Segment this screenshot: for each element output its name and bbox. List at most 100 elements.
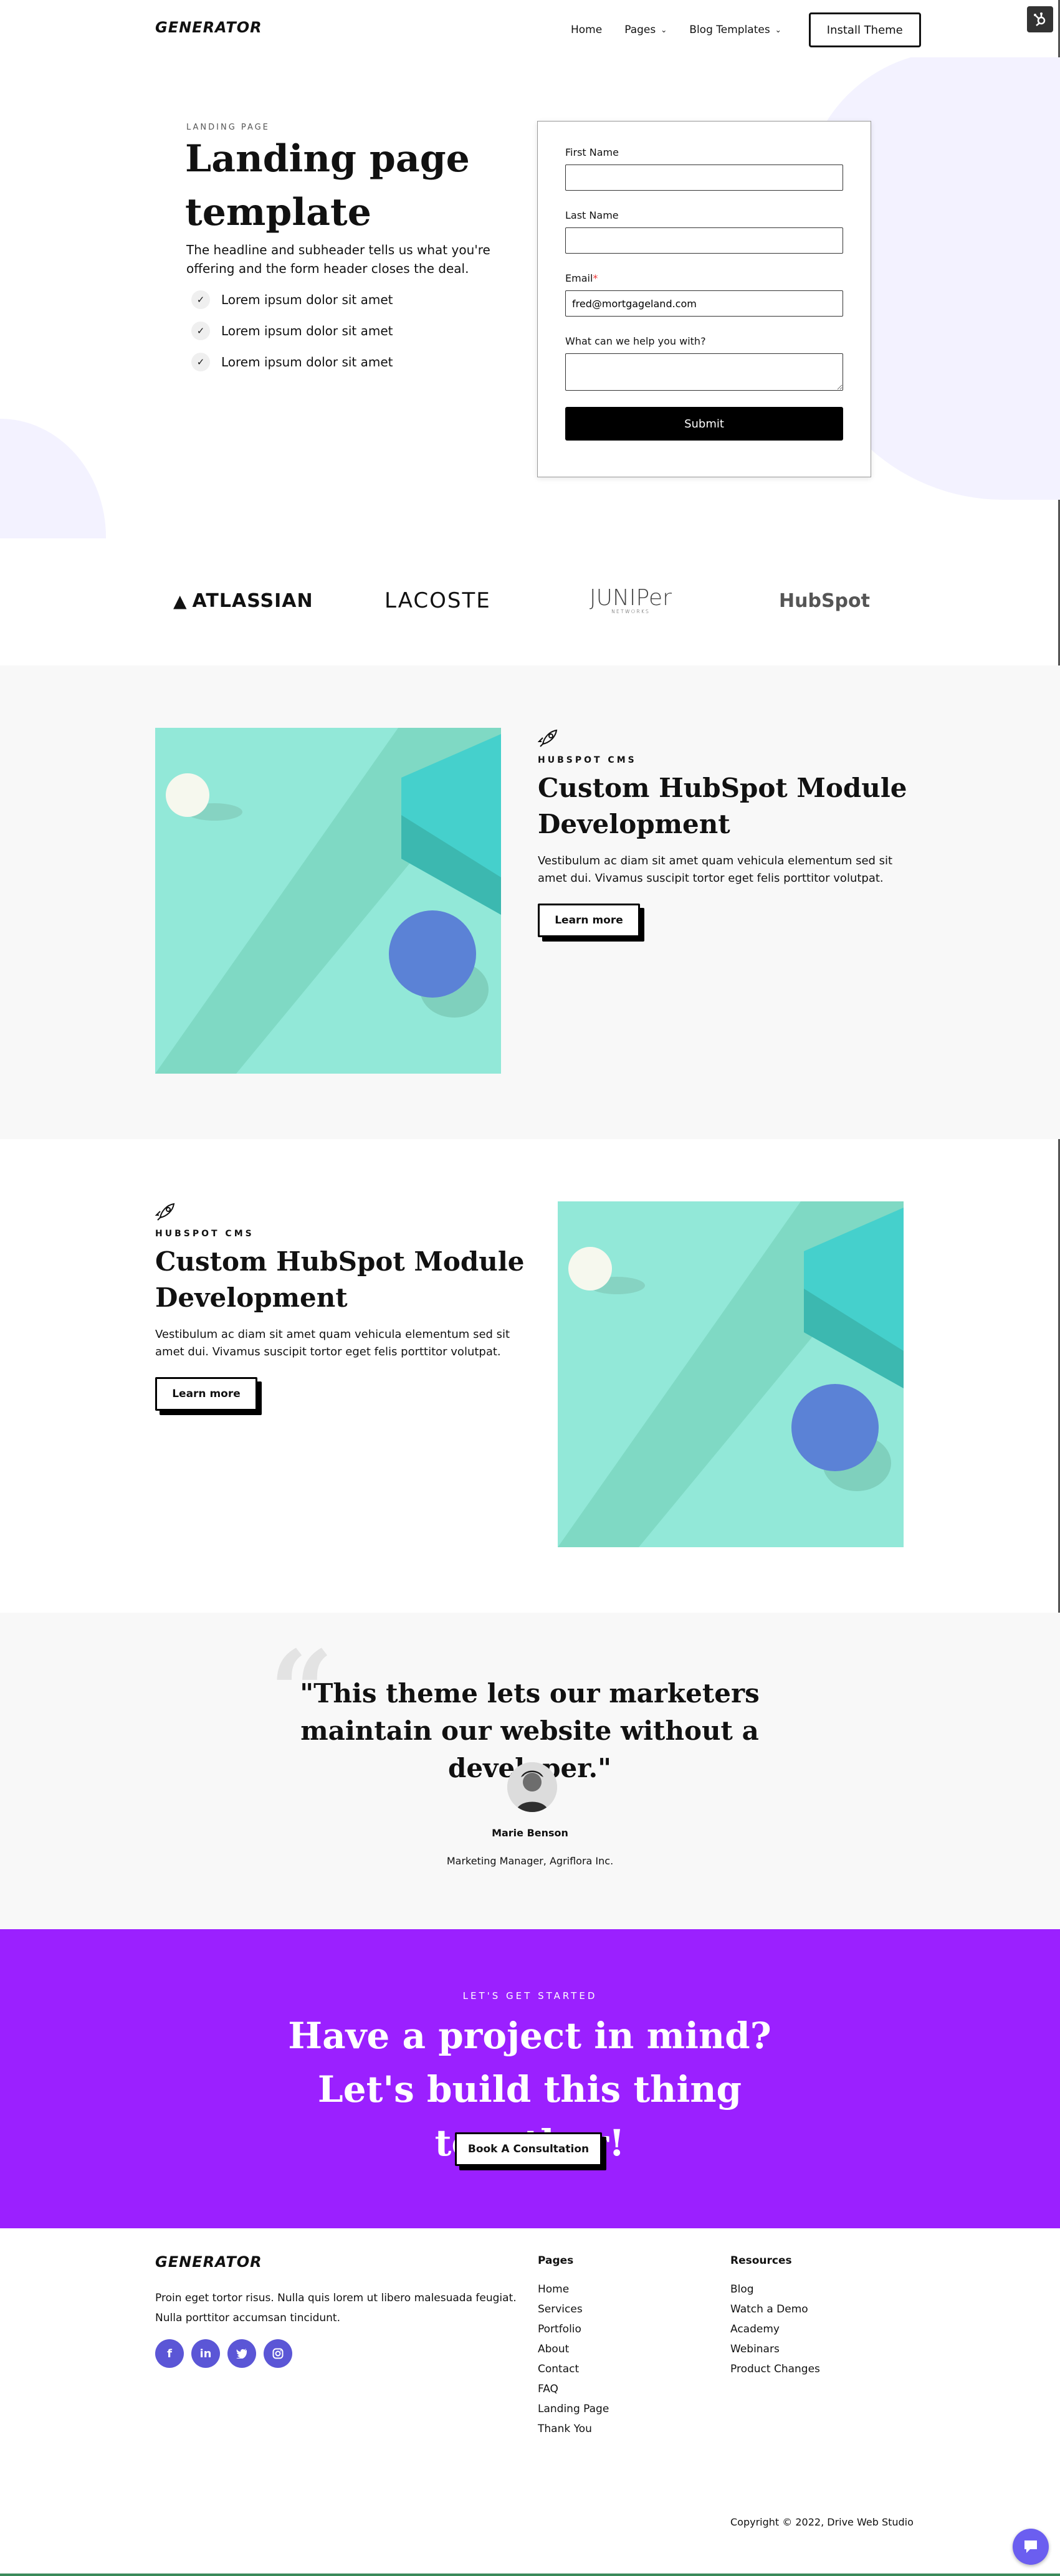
chevron-down-icon: ⌄ bbox=[775, 26, 781, 34]
hubspot-sprocket-icon[interactable] bbox=[1027, 6, 1053, 32]
instagram-icon[interactable] bbox=[264, 2339, 292, 2368]
footer-link[interactable]: Landing Page bbox=[538, 2399, 609, 2419]
facebook-icon[interactable]: f bbox=[155, 2339, 184, 2368]
hero-subtitle: The headline and subheader tells us what… bbox=[186, 242, 490, 276]
atlassian-logo: ▲ ATLASSIAN bbox=[173, 585, 313, 616]
nav-blog-templates[interactable]: Blog Templates ⌄ bbox=[689, 24, 781, 36]
last-name-field[interactable] bbox=[565, 227, 843, 254]
hubspot-logo: HubSpot bbox=[779, 589, 870, 612]
footer-link[interactable]: FAQ bbox=[538, 2379, 609, 2399]
cta-eyebrow: LET'S GET STARTED bbox=[462, 1990, 598, 2001]
list-item: ✓ Lorem ipsum dolor sit amet bbox=[191, 346, 393, 378]
feature-title: Custom HubSpot Module Development bbox=[538, 773, 907, 839]
avatar bbox=[507, 1762, 557, 1812]
cta-section: LET'S GET STARTED Have a project in mind… bbox=[0, 1929, 1060, 2228]
book-consultation-button[interactable]: Book A Consultation bbox=[455, 2132, 602, 2166]
atlassian-mark-icon: ▲ bbox=[173, 590, 188, 611]
decorative-blob bbox=[0, 419, 106, 538]
bullet-text: Lorem ipsum dolor sit amet bbox=[221, 292, 393, 307]
required-mark: * bbox=[593, 272, 598, 284]
footer-link[interactable]: Webinars bbox=[730, 2339, 820, 2359]
client-logos: ▲ ATLASSIAN LACOSTE JUNIPer NETWORKS HubSp… bbox=[0, 538, 1060, 665]
footer-link[interactable]: About bbox=[538, 2339, 609, 2359]
footer-pages-heading: Pages bbox=[538, 2254, 574, 2267]
bullet-text: Lorem ipsum dolor sit amet bbox=[221, 355, 393, 370]
footer-link[interactable]: Services bbox=[538, 2299, 609, 2319]
site-footer: GENERATOR Proin eget tortor risus. Nulla… bbox=[0, 2228, 1060, 2576]
feature-category: HUBSPOT CMS bbox=[155, 1229, 254, 1239]
testimonial-name: Marie Benson bbox=[492, 1827, 568, 1839]
list-item: ✓ Lorem ipsum dolor sit amet bbox=[191, 315, 393, 346]
rocket-icon bbox=[155, 1201, 529, 1226]
feature-section: HUBSPOT CMS Custom HubSpot Module Develo… bbox=[0, 1139, 1060, 1613]
contact-form: First Name Last Name Email* What can we … bbox=[537, 121, 871, 477]
juniper-logo: JUNIPer NETWORKS bbox=[590, 585, 672, 616]
hero-eyebrow: LANDING PAGE bbox=[186, 123, 270, 132]
feature-illustration bbox=[558, 1201, 904, 1547]
feature-section: HUBSPOT CMS Custom HubSpot Module Develo… bbox=[0, 665, 1060, 1139]
copyright-text: Copyright © 2022, Drive Web Studio bbox=[730, 2516, 914, 2528]
hero-section: LANDING PAGE Landing page template The h… bbox=[0, 57, 1060, 538]
help-textarea[interactable] bbox=[565, 353, 843, 391]
feature-category: HUBSPOT CMS bbox=[538, 755, 637, 765]
email-field[interactable] bbox=[565, 290, 843, 317]
help-label: What can we help you with? bbox=[565, 335, 706, 347]
first-name-label: First Name bbox=[565, 146, 619, 158]
bullet-text: Lorem ipsum dolor sit amet bbox=[221, 323, 393, 338]
hero-title: Landing page template bbox=[185, 137, 470, 234]
feature-body: Vestibulum ac diam sit amet quam vehicul… bbox=[155, 1328, 510, 1358]
feature-body: Vestibulum ac diam sit amet quam vehicul… bbox=[538, 854, 893, 885]
footer-link[interactable]: Blog bbox=[730, 2279, 820, 2299]
footer-link[interactable]: Product Changes bbox=[730, 2359, 820, 2379]
footer-pages-column: Pages Home Services Portfolio About Cont… bbox=[538, 2254, 609, 2439]
footer-link[interactable]: Watch a Demo bbox=[730, 2299, 820, 2319]
learn-more-button[interactable]: Learn more bbox=[538, 904, 640, 937]
footer-text: Proin eget tortor risus. Nulla quis lore… bbox=[155, 2292, 517, 2324]
hero-bullet-list: ✓ Lorem ipsum dolor sit amet ✓ Lorem ipsum… bbox=[191, 284, 393, 378]
footer-resources-column: Resources Blog Watch a Demo Academy Webi… bbox=[730, 2254, 820, 2379]
submit-button[interactable]: Submit bbox=[565, 407, 843, 441]
footer-link[interactable]: Contact bbox=[538, 2359, 609, 2379]
lacoste-logo: LACOSTE bbox=[384, 588, 491, 613]
list-item: ✓ Lorem ipsum dolor sit amet bbox=[191, 284, 393, 315]
rocket-icon bbox=[537, 728, 912, 753]
nav-pages[interactable]: Pages ⌄ bbox=[624, 24, 667, 36]
main-nav: Home Pages ⌄ Blog Templates ⌄ Install Them… bbox=[571, 12, 921, 47]
check-icon: ✓ bbox=[191, 290, 210, 309]
nav-home-label: Home bbox=[571, 24, 603, 36]
email-label-text: Email bbox=[565, 272, 593, 284]
check-icon: ✓ bbox=[191, 322, 210, 340]
atlassian-text: ATLASSIAN bbox=[192, 589, 313, 612]
site-logo[interactable]: GENERATOR bbox=[155, 19, 262, 36]
nav-home[interactable]: Home bbox=[571, 24, 602, 36]
first-name-field[interactable] bbox=[565, 165, 843, 191]
check-icon: ✓ bbox=[191, 353, 210, 371]
testimonial-section: “ "This theme lets our marketers maintai… bbox=[0, 1613, 1060, 1929]
footer-link[interactable]: Academy bbox=[730, 2319, 820, 2339]
testimonial-role: Marketing Manager, Agriflora Inc. bbox=[446, 1855, 614, 1867]
feature-title: Custom HubSpot Module Development bbox=[155, 1246, 525, 1313]
twitter-icon[interactable] bbox=[227, 2339, 256, 2368]
install-theme-button[interactable]: Install Theme bbox=[808, 12, 921, 47]
social-links: f in bbox=[155, 2339, 300, 2368]
chevron-down-icon: ⌄ bbox=[661, 26, 667, 34]
feature-text: HUBSPOT CMS Custom HubSpot Module Develo… bbox=[537, 728, 912, 937]
juniper-text: JUNIPer bbox=[590, 585, 672, 611]
nav-blog-templates-label: Blog Templates bbox=[689, 24, 770, 36]
footer-resources-heading: Resources bbox=[730, 2254, 792, 2267]
chat-widget-icon[interactable] bbox=[1013, 2529, 1049, 2565]
feature-illustration bbox=[155, 728, 501, 1074]
site-header: GENERATOR Home Pages ⌄ Blog Templates ⌄ In… bbox=[0, 0, 1060, 57]
last-name-label: Last Name bbox=[565, 209, 619, 221]
footer-link[interactable]: Thank You bbox=[538, 2419, 609, 2439]
feature-text: HUBSPOT CMS Custom HubSpot Module Develo… bbox=[155, 1201, 529, 1411]
footer-logo[interactable]: GENERATOR bbox=[155, 2253, 262, 2271]
juniper-subtext: NETWORKS bbox=[611, 609, 650, 614]
linkedin-icon[interactable]: in bbox=[191, 2339, 220, 2368]
footer-link[interactable]: Portfolio bbox=[538, 2319, 609, 2339]
footer-link[interactable]: Home bbox=[538, 2279, 609, 2299]
nav-pages-label: Pages bbox=[624, 24, 656, 36]
bottom-edge bbox=[0, 2574, 1060, 2576]
email-label: Email* bbox=[565, 272, 843, 284]
learn-more-button[interactable]: Learn more bbox=[155, 1377, 257, 1411]
